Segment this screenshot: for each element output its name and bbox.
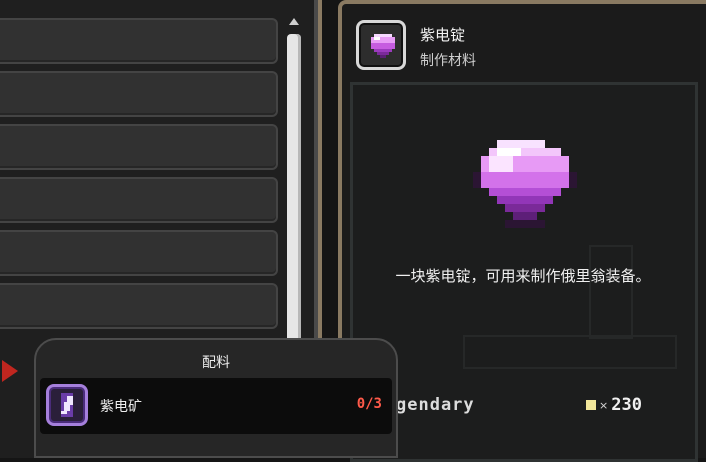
ingredient-count: 0/3 bbox=[356, 396, 382, 412]
recipe-slot-6[interactable] bbox=[0, 283, 278, 329]
ingredients-title: 配料 bbox=[202, 355, 230, 371]
recipe-slot-3[interactable] bbox=[0, 124, 278, 170]
purple-gem-large-icon bbox=[473, 140, 577, 228]
item-description: 一块紫电锭，可用来制作俄里翁装备。 bbox=[395, 267, 651, 285]
item-name: 紫电锭 bbox=[420, 26, 466, 44]
recipe-slot-1[interactable] bbox=[0, 18, 278, 64]
price-display: × 230 bbox=[586, 395, 642, 415]
ingredient-row[interactable]: 紫电矿 0/3 bbox=[40, 378, 392, 434]
lightning-ore-icon bbox=[61, 393, 73, 417]
recipe-slot-5[interactable] bbox=[0, 230, 278, 276]
recipe-slot-4[interactable] bbox=[0, 177, 278, 223]
purple-gem-icon bbox=[371, 34, 395, 58]
background-decoration bbox=[463, 335, 677, 369]
background-decoration bbox=[589, 245, 633, 339]
coin-icon bbox=[586, 400, 596, 410]
ingredient-name: 紫电矿 bbox=[100, 399, 142, 415]
ingredients-panel: 配料 紫电矿 0/3 bbox=[34, 338, 398, 458]
item-category: 制作材料 bbox=[420, 53, 476, 69]
price-multiplier: × bbox=[599, 398, 609, 412]
scroll-up-icon[interactable] bbox=[289, 18, 299, 25]
rarity-label: gendary bbox=[396, 395, 475, 415]
item-icon-frame bbox=[356, 20, 406, 70]
selection-arrow-icon bbox=[2, 360, 18, 382]
ingredient-icon-frame bbox=[46, 384, 88, 426]
price-value: 230 bbox=[611, 395, 642, 415]
scrollbar-thumb[interactable] bbox=[287, 34, 301, 354]
recipe-slot-2[interactable] bbox=[0, 71, 278, 117]
